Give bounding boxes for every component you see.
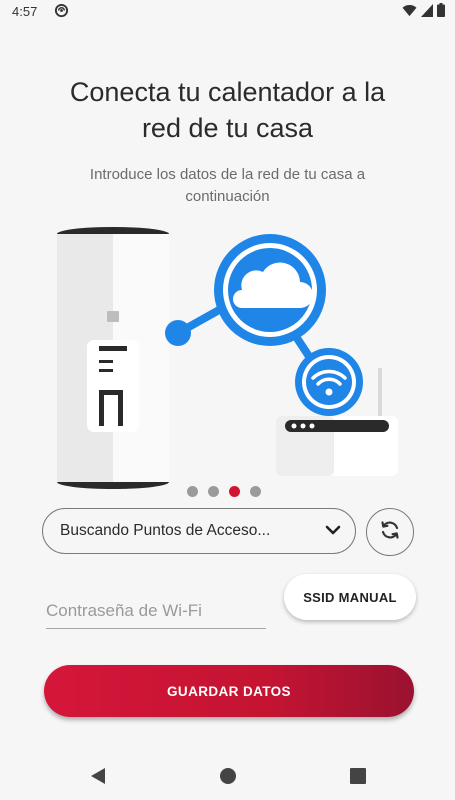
status-icons [402, 3, 445, 20]
save-button[interactable]: GUARDAR DATOS [44, 665, 414, 717]
battery-icon [437, 3, 445, 20]
ssid-manual-button[interactable]: SSID MANUAL [284, 574, 416, 620]
pager-dot[interactable] [208, 486, 219, 497]
title-line-1: Conecta tu calentador a la [69, 77, 386, 107]
chevron-down-icon [325, 522, 341, 540]
back-icon[interactable] [86, 764, 110, 788]
page-title: Conecta tu calentador a la red de tu cas… [20, 74, 435, 146]
navigation-bar [0, 752, 455, 800]
subtitle-line-1: Introduce los datos de la red de tu casa… [89, 166, 366, 183]
home-icon[interactable] [216, 764, 240, 788]
pager-dots [187, 486, 261, 497]
heater-illustration [57, 227, 169, 489]
signal-icon [421, 3, 433, 20]
refresh-icon [378, 518, 402, 547]
pager-dot-active[interactable] [229, 486, 240, 497]
connection-illustration [57, 227, 398, 489]
pager-dot[interactable] [250, 486, 261, 497]
status-bar: 4:57 [0, 0, 455, 24]
refresh-button[interactable] [366, 508, 414, 556]
sync-icon [54, 3, 69, 21]
subtitle-line-2: continuación [185, 188, 270, 205]
cloud-icon [214, 234, 326, 346]
wifi-icon [402, 4, 417, 20]
page-subtitle: Introduce los datos de la red de tu casa… [40, 164, 415, 208]
recents-icon[interactable] [346, 764, 370, 788]
pager-dot[interactable] [187, 486, 198, 497]
title-line-2: red de tu casa [141, 113, 314, 143]
network-select-label: Buscando Puntos de Acceso... [60, 522, 271, 539]
status-time: 4:57 [12, 4, 38, 19]
wifi-signal-icon [295, 348, 363, 416]
wifi-password-input[interactable] [46, 596, 266, 626]
network-select[interactable]: Buscando Puntos de Acceso... [42, 508, 356, 554]
password-field [46, 596, 266, 629]
